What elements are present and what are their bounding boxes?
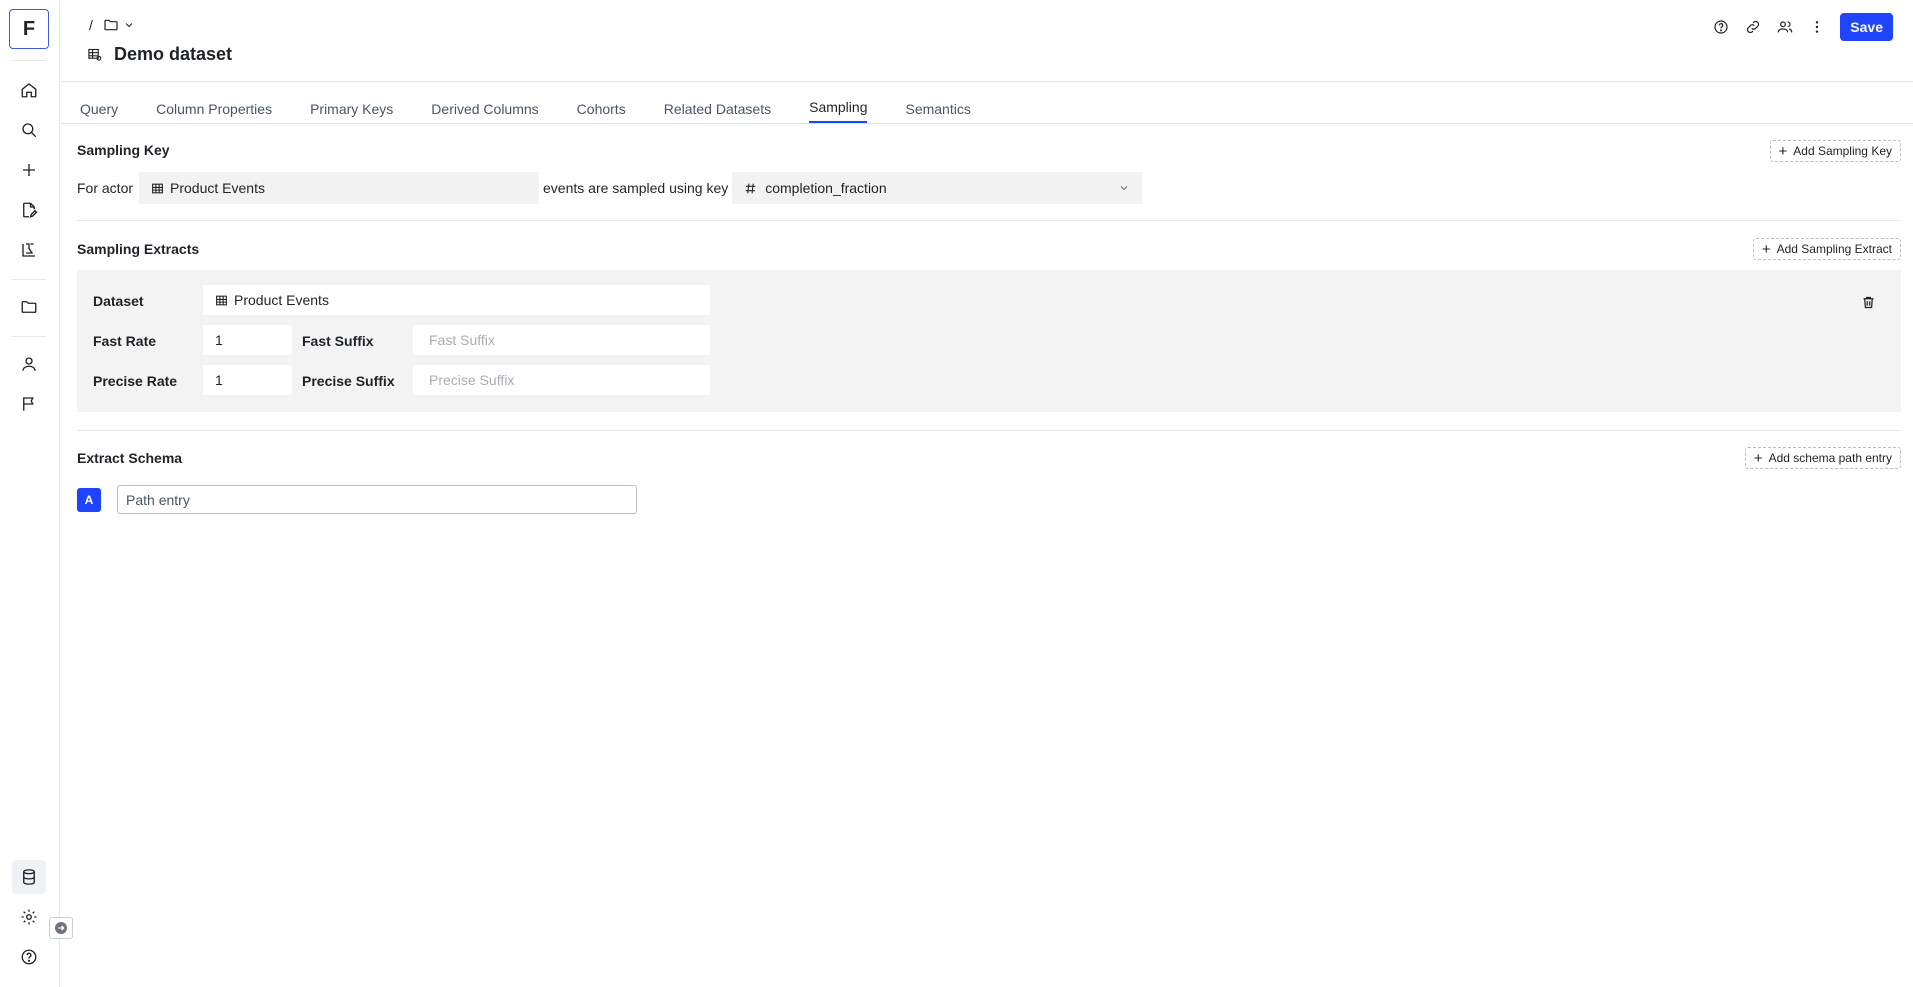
section-divider bbox=[77, 430, 1901, 431]
help-icon[interactable] bbox=[12, 940, 46, 974]
share-users-icon[interactable] bbox=[1776, 18, 1794, 36]
table-icon bbox=[152, 183, 163, 193]
tab-query[interactable]: Query bbox=[80, 93, 118, 123]
edit-doc-icon[interactable] bbox=[12, 193, 46, 227]
sampling-key-title: Sampling Key bbox=[77, 142, 170, 158]
add-sampling-key-button[interactable]: + Add Sampling Key bbox=[1769, 140, 1901, 162]
add-sampling-key-label: Add Sampling Key bbox=[1793, 144, 1892, 158]
precise-rate-input[interactable]: 1 bbox=[203, 365, 292, 395]
tab-primary-keys[interactable]: Primary Keys bbox=[310, 93, 393, 123]
actor-value: Product Events bbox=[170, 180, 265, 196]
section-divider bbox=[77, 220, 1901, 221]
tab-bar: Query Column Properties Primary Keys Der… bbox=[61, 82, 1913, 124]
trash-icon bbox=[1863, 296, 1873, 308]
fast-rate-input[interactable]: 1 bbox=[203, 325, 292, 355]
rail-divider bbox=[12, 279, 46, 280]
page-header: / Demo dataset Save bbox=[61, 0, 1913, 82]
sampled-using-key-text: events are sampled using key bbox=[543, 180, 729, 196]
add-sampling-extract-button[interactable]: + Add Sampling Extract bbox=[1752, 238, 1901, 260]
save-button[interactable]: Save bbox=[1840, 13, 1893, 41]
plus-icon: + bbox=[1753, 449, 1763, 467]
app-logo[interactable]: F bbox=[9, 9, 49, 49]
sampling-extract-card: Dataset Product Events Fast Rate 1 Fast … bbox=[77, 270, 1901, 412]
precise-rate-label: Precise Rate bbox=[93, 373, 178, 389]
add-schema-path-button[interactable]: + Add schema path entry bbox=[1744, 447, 1901, 469]
schema-path-row: A Path entry bbox=[77, 485, 637, 514]
left-rail: F bbox=[0, 0, 60, 987]
tab-related-datasets[interactable]: Related Datasets bbox=[664, 93, 771, 123]
flag-icon[interactable] bbox=[12, 387, 46, 421]
tab-cohorts[interactable]: Cohorts bbox=[577, 93, 626, 123]
table-icon bbox=[216, 295, 227, 305]
add-schema-path-label: Add schema path entry bbox=[1768, 451, 1892, 465]
gear-icon[interactable] bbox=[12, 900, 46, 934]
dataset-select[interactable]: Product Events bbox=[203, 285, 710, 315]
breadcrumb: / bbox=[89, 17, 135, 33]
link-icon[interactable] bbox=[1744, 18, 1762, 36]
plus-icon[interactable] bbox=[12, 153, 46, 187]
add-sampling-extract-label: Add Sampling Extract bbox=[1776, 242, 1892, 256]
search-icon[interactable] bbox=[12, 113, 46, 147]
database-icon[interactable] bbox=[12, 860, 46, 894]
fast-suffix-label: Fast Suffix bbox=[302, 333, 374, 349]
tab-semantics[interactable]: Semantics bbox=[905, 93, 970, 123]
chevron-down-icon bbox=[125, 23, 133, 28]
breadcrumb-separator: / bbox=[89, 17, 93, 33]
folder-icon bbox=[104, 19, 118, 31]
rail-divider bbox=[12, 60, 46, 61]
sampling-key-row: For actor Product Events events are samp… bbox=[77, 172, 1143, 204]
dataset-label: Dataset bbox=[93, 293, 144, 309]
plus-icon: + bbox=[1761, 240, 1771, 258]
user-icon[interactable] bbox=[12, 347, 46, 381]
path-entry-input[interactable]: Path entry bbox=[117, 485, 637, 514]
sampling-key-value: completion_fraction bbox=[765, 180, 887, 196]
more-vertical-icon[interactable] bbox=[1808, 18, 1826, 36]
folder-picker[interactable] bbox=[103, 17, 135, 33]
delete-extract-button[interactable] bbox=[1859, 293, 1877, 311]
tab-derived-columns[interactable]: Derived Columns bbox=[431, 93, 538, 123]
tab-sampling[interactable]: Sampling bbox=[809, 93, 868, 123]
tab-column-properties[interactable]: Column Properties bbox=[156, 93, 272, 123]
hash-icon bbox=[745, 183, 756, 193]
page-title: Demo dataset bbox=[114, 44, 233, 64]
fast-rate-label: Fast Rate bbox=[93, 333, 157, 349]
precise-suffix-input[interactable]: Precise Suffix bbox=[413, 365, 710, 395]
rail-divider bbox=[12, 336, 46, 337]
sampling-extracts-title: Sampling Extracts bbox=[77, 241, 200, 257]
sampling-key-select[interactable]: completion_fraction bbox=[732, 172, 1143, 204]
path-entry-badge: A bbox=[77, 487, 101, 512]
precise-suffix-label: Precise Suffix bbox=[302, 373, 395, 389]
extract-schema-title: Extract Schema bbox=[77, 450, 183, 466]
for-actor-label: For actor bbox=[77, 180, 134, 196]
chevron-down-icon bbox=[1120, 186, 1128, 191]
dataset-value: Product Events bbox=[234, 292, 329, 308]
dataset-icon bbox=[88, 48, 102, 61]
folder-icon[interactable] bbox=[12, 290, 46, 324]
actor-select[interactable]: Product Events bbox=[139, 172, 540, 204]
home-icon[interactable] bbox=[12, 73, 46, 107]
plus-icon: + bbox=[1778, 142, 1788, 160]
fast-suffix-input[interactable]: Fast Suffix bbox=[413, 325, 710, 355]
sampling-content: Sampling Key + Add Sampling Key For acto… bbox=[61, 124, 1913, 987]
help-icon[interactable] bbox=[1712, 18, 1730, 36]
lab-icon[interactable] bbox=[12, 233, 46, 267]
